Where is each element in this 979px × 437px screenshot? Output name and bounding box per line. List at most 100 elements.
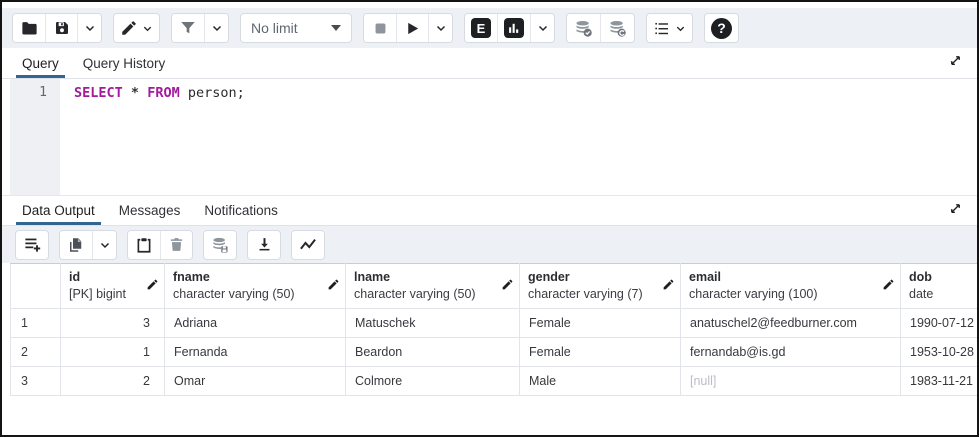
row-number-cell[interactable]: 3: [11, 367, 61, 396]
column-type: character varying (100): [689, 286, 892, 303]
cell-email[interactable]: anatuschel2@feedburner.com: [681, 309, 901, 338]
row-limit-select[interactable]: No limit: [240, 13, 352, 43]
help-button[interactable]: ?: [705, 14, 738, 42]
add-row-button[interactable]: [16, 231, 48, 259]
chevron-down-icon: [142, 23, 153, 34]
table-row: 2 1 Fernanda Beardon Female fernandab@is…: [11, 338, 978, 367]
edit-pencil-icon[interactable]: [146, 278, 159, 294]
cell-fname[interactable]: Omar: [165, 367, 346, 396]
sql-code-line[interactable]: SELECT * FROM person;: [60, 79, 977, 195]
cell-lname[interactable]: Colmore: [346, 367, 520, 396]
column-name: gender: [528, 269, 672, 286]
paste-button[interactable]: [128, 231, 160, 259]
cell-lname[interactable]: Beardon: [346, 338, 520, 367]
edit-pencil-icon[interactable]: [501, 278, 514, 294]
pgadmin-query-tool-window: No limit E: [0, 0, 979, 437]
graph-visualiser-button[interactable]: [292, 231, 324, 259]
column-header-gender[interactable]: gender character varying (7): [520, 264, 681, 309]
execute-button[interactable]: [396, 14, 428, 42]
query-tabbar: Query Query History: [2, 48, 977, 79]
query-toolbar: No limit E: [2, 8, 977, 48]
query-panel-expand-button[interactable]: [945, 53, 965, 73]
edit-pencil-icon[interactable]: [662, 278, 675, 294]
select-all-corner[interactable]: [11, 264, 61, 309]
tab-data-output[interactable]: Data Output: [10, 196, 107, 225]
cell-lname[interactable]: Matuschek: [346, 309, 520, 338]
output-panel-expand-button[interactable]: [945, 201, 965, 221]
explain-analyze-icon: [504, 18, 524, 38]
grid-header-row: id [PK] bigint fname character varying (…: [11, 264, 978, 309]
download-results-button[interactable]: [248, 231, 280, 259]
cell-email-null[interactable]: [null]: [681, 367, 901, 396]
data-output-grid: id [PK] bigint fname character varying (…: [10, 263, 977, 396]
graph-group: [291, 230, 325, 260]
cell-id[interactable]: 3: [61, 309, 165, 338]
cell-gender[interactable]: Female: [520, 338, 681, 367]
rollback-button[interactable]: [600, 14, 634, 42]
chevron-down-icon: [211, 22, 223, 34]
save-data-changes-button[interactable]: [204, 231, 236, 259]
sql-token-space: [139, 85, 147, 101]
column-name: email: [689, 269, 892, 286]
add-row-icon: [23, 235, 42, 254]
cell-fname[interactable]: Adriana: [165, 309, 346, 338]
macros-menu-button[interactable]: [647, 14, 692, 42]
editor-gutter: 1: [10, 79, 60, 195]
sql-token-star: *: [131, 85, 139, 101]
commit-button[interactable]: [567, 14, 600, 42]
chevron-down-icon: [537, 22, 549, 34]
stop-button[interactable]: [364, 14, 396, 42]
tab-query[interactable]: Query: [10, 48, 71, 78]
column-type: date: [909, 286, 977, 303]
row-limit-value: No limit: [251, 20, 298, 36]
tab-query-history-label: Query History: [83, 56, 166, 71]
cell-dob[interactable]: 1983-11-21: [901, 367, 978, 396]
explain-icon: E: [471, 18, 491, 38]
save-button[interactable]: [45, 14, 77, 42]
sql-editor[interactable]: 1 SELECT * FROM person;: [2, 79, 977, 195]
cell-id[interactable]: 1: [61, 338, 165, 367]
copy-options-button[interactable]: [92, 231, 116, 259]
numbered-list-icon: [653, 19, 672, 38]
cell-fname[interactable]: Fernanda: [165, 338, 346, 367]
commit-database-icon: [573, 18, 594, 39]
cell-dob[interactable]: 1953-10-28: [901, 338, 978, 367]
edit-menu-button[interactable]: [114, 14, 159, 42]
column-header-fname[interactable]: fname character varying (50): [165, 264, 346, 309]
line-graph-icon: [298, 235, 318, 255]
chevron-down-icon: [435, 22, 447, 34]
cell-gender[interactable]: Male: [520, 367, 681, 396]
cell-id[interactable]: 2: [61, 367, 165, 396]
column-header-id[interactable]: id [PK] bigint: [61, 264, 165, 309]
cell-email[interactable]: fernandab@is.gd: [681, 338, 901, 367]
tab-notifications[interactable]: Notifications: [192, 196, 290, 225]
open-file-button[interactable]: [13, 14, 45, 42]
edit-pencil-icon[interactable]: [327, 278, 340, 294]
row-number-cell[interactable]: 2: [11, 338, 61, 367]
clipboard-icon: [135, 236, 153, 254]
explain-button[interactable]: E: [465, 14, 497, 42]
filter-icon: [179, 19, 197, 37]
execute-options-button[interactable]: [428, 14, 452, 42]
filter-options-button[interactable]: [204, 14, 228, 42]
tab-messages[interactable]: Messages: [107, 196, 193, 225]
chevron-down-icon: [99, 239, 111, 251]
delete-row-button[interactable]: [160, 231, 192, 259]
tab-query-history[interactable]: Query History: [71, 48, 178, 78]
explain-options-button[interactable]: [530, 14, 554, 42]
column-header-email[interactable]: email character varying (100): [681, 264, 901, 309]
copy-button[interactable]: [60, 231, 92, 259]
cell-gender[interactable]: Female: [520, 309, 681, 338]
explain-analyze-button[interactable]: [497, 14, 530, 42]
edit-button-group: [113, 13, 160, 43]
edit-pencil-icon[interactable]: [882, 278, 895, 294]
column-header-dob[interactable]: dob date: [901, 264, 978, 309]
row-number-cell[interactable]: 1: [11, 309, 61, 338]
explain-button-group: E: [464, 13, 555, 43]
filter-button[interactable]: [172, 14, 204, 42]
cell-dob[interactable]: 1990-07-12: [901, 309, 978, 338]
save-options-button[interactable]: [77, 14, 101, 42]
column-header-lname[interactable]: lname character varying (50): [346, 264, 520, 309]
copy-group: [59, 230, 117, 260]
macros-button-group: [646, 13, 693, 43]
